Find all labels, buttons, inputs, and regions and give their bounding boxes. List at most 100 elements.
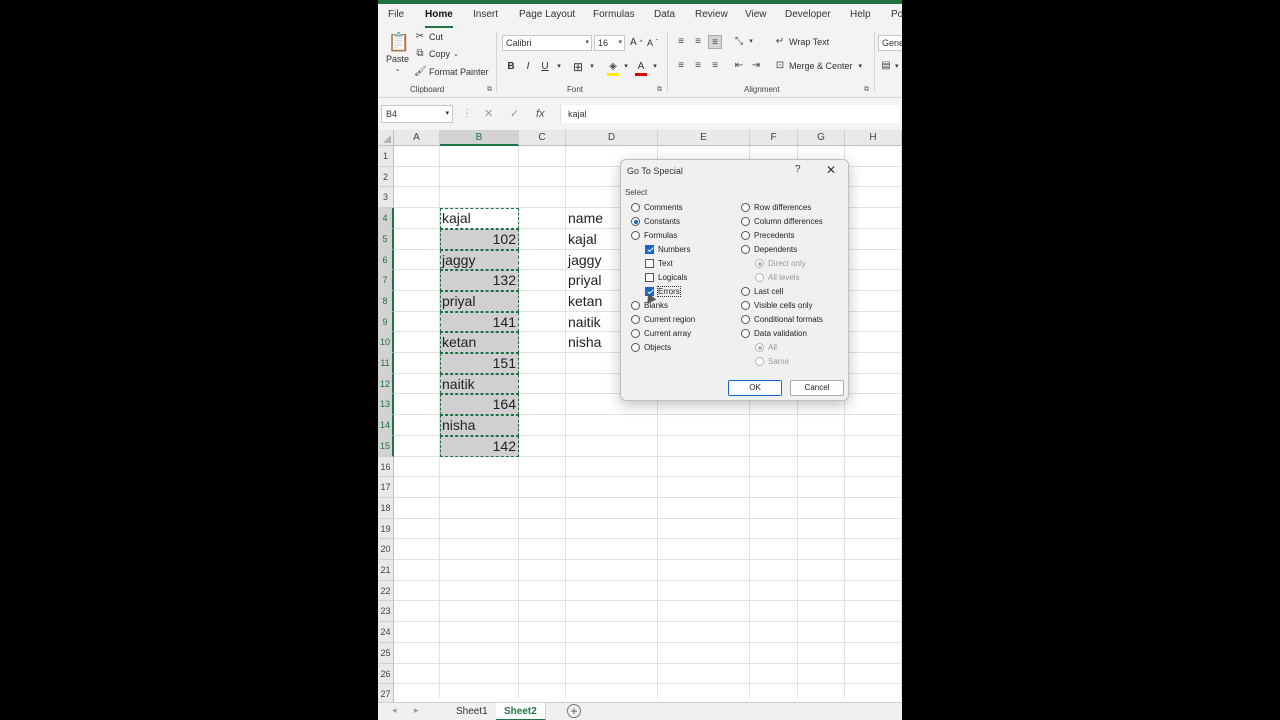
row-header[interactable]: 25 — [378, 643, 394, 664]
option-data-validation[interactable]: Data validation — [741, 329, 807, 338]
decrease-font-size-button[interactable]: Aˇ — [647, 38, 658, 48]
row-header[interactable]: 4 — [378, 208, 394, 229]
row-header[interactable]: 22 — [378, 581, 394, 601]
cell-d9[interactable]: naitik — [568, 314, 601, 330]
radio-button[interactable] — [631, 329, 640, 338]
cell-b13[interactable]: 164 — [442, 396, 516, 412]
radio-button[interactable] — [741, 231, 750, 240]
row-header[interactable]: 14 — [378, 415, 394, 436]
row-header[interactable]: 1 — [378, 146, 394, 167]
accounting-format-button[interactable]: ▤ ▾ — [880, 60, 898, 72]
radio-button[interactable] — [741, 315, 750, 324]
scroll-right-icon[interactable]: ▸ — [414, 705, 419, 716]
ok-button[interactable]: OK — [728, 380, 782, 396]
font-name-select[interactable]: Calibri ▾ — [502, 35, 592, 51]
checkbox[interactable] — [645, 273, 654, 282]
row-header[interactable]: 11 — [378, 353, 394, 374]
cell-d5[interactable]: kajal — [568, 231, 597, 247]
tab-page-layout[interactable]: Page Layout — [519, 4, 575, 28]
dialog-launcher-icon[interactable]: ⧉ — [864, 86, 869, 94]
tab-file[interactable]: File — [388, 4, 404, 28]
align-left-icon[interactable]: ≡ — [674, 59, 688, 73]
radio-button[interactable] — [631, 315, 640, 324]
cell-b9[interactable]: 141 — [442, 314, 516, 330]
font-size-select[interactable]: 16 ▾ — [594, 35, 625, 51]
row-header[interactable]: 23 — [378, 601, 394, 622]
tab-developer[interactable]: Developer — [785, 4, 831, 28]
align-middle-icon[interactable]: ≡ — [691, 35, 705, 49]
row-header[interactable]: 17 — [378, 477, 394, 498]
sheet-tab-sheet2[interactable]: Sheet2 — [496, 703, 546, 720]
cut-button[interactable]: ✂ Cut — [414, 31, 443, 43]
dialog-launcher-icon[interactable]: ⧉ — [657, 86, 662, 94]
row-header[interactable]: 19 — [378, 519, 394, 539]
cell-b5[interactable]: 102 — [442, 231, 516, 247]
add-sheet-icon[interactable]: + — [567, 704, 581, 718]
radio-button[interactable] — [741, 301, 750, 310]
cell-b14[interactable]: nisha — [442, 417, 516, 433]
column-header[interactable]: D — [566, 130, 658, 146]
enter-icon[interactable]: ✓ — [510, 105, 519, 123]
radio-button[interactable] — [741, 245, 750, 254]
select-all-button[interactable] — [378, 130, 394, 146]
cell-d8[interactable]: ketan — [568, 293, 602, 309]
cell-b10[interactable]: ketan — [442, 334, 516, 350]
tab-data[interactable]: Data — [654, 4, 675, 28]
formula-input[interactable]: kajal — [560, 105, 900, 123]
radio-button[interactable] — [741, 287, 750, 296]
radio-button[interactable] — [631, 231, 640, 240]
cell-d10[interactable]: nisha — [568, 334, 601, 350]
row-header[interactable]: 12 — [378, 374, 394, 394]
chevron-down-icon[interactable]: ▾ — [619, 60, 633, 74]
tab-review[interactable]: Review — [695, 4, 728, 28]
tab-help[interactable]: Help — [850, 4, 871, 28]
option-last-cell[interactable]: Last cell — [741, 287, 783, 296]
cell-b7[interactable]: 132 — [442, 272, 516, 288]
row-header[interactable]: 21 — [378, 560, 394, 581]
row-header[interactable]: 9 — [378, 312, 394, 332]
option-precedents[interactable]: Precedents — [741, 231, 794, 240]
checkbox[interactable] — [645, 259, 654, 268]
row-header[interactable]: 8 — [378, 291, 394, 312]
sheet-tab-sheet1[interactable]: Sheet1 — [448, 703, 497, 720]
column-header[interactable]: G — [798, 130, 845, 146]
font-color-button[interactable]: A — [634, 60, 648, 74]
bold-button[interactable]: B — [504, 60, 518, 74]
cell-d6[interactable]: jaggy — [568, 252, 601, 268]
radio-button[interactable] — [631, 343, 640, 352]
row-header[interactable]: 7 — [378, 270, 394, 291]
option-constants[interactable]: Constants — [631, 217, 680, 226]
underline-button[interactable]: U — [538, 60, 552, 74]
cell-b11[interactable]: 151 — [442, 355, 516, 371]
column-header[interactable]: B — [440, 130, 519, 146]
increase-font-size-button[interactable]: A ^ — [630, 37, 643, 48]
row-header[interactable]: 5 — [378, 229, 394, 250]
scroll-left-icon[interactable]: ◂ — [392, 705, 397, 716]
tab-po[interactable]: Po — [891, 4, 902, 28]
chevron-down-icon[interactable]: ▾ — [552, 60, 566, 74]
wrap-text-button[interactable]: ↵ Wrap Text — [774, 36, 829, 48]
align-right-icon[interactable]: ≡ — [708, 59, 722, 73]
option-numbers[interactable]: Numbers — [645, 245, 690, 254]
column-header[interactable]: F — [750, 130, 798, 146]
option-formulas[interactable]: Formulas — [631, 231, 677, 240]
row-header[interactable]: 13 — [378, 394, 394, 415]
option-dependents[interactable]: Dependents — [741, 245, 797, 254]
insert-function-icon[interactable]: fx — [536, 105, 545, 123]
chevron-down-icon[interactable]: ▾ — [585, 60, 599, 74]
increase-indent-icon[interactable]: ⇥ — [749, 59, 763, 73]
borders-icon[interactable]: ⊞ — [571, 60, 585, 74]
row-header[interactable]: 16 — [378, 457, 394, 477]
column-header[interactable]: C — [519, 130, 566, 146]
decrease-indent-icon[interactable]: ⇤ — [732, 59, 746, 73]
row-header[interactable]: 6 — [378, 250, 394, 270]
radio-button[interactable] — [631, 203, 640, 212]
tab-insert[interactable]: Insert — [473, 4, 498, 28]
row-header[interactable]: 24 — [378, 622, 394, 643]
option-current-array[interactable]: Current array — [631, 329, 691, 338]
radio-button[interactable] — [741, 203, 750, 212]
radio-button[interactable] — [631, 217, 640, 226]
option-row-differences[interactable]: Row differences — [741, 203, 811, 212]
cell-b8[interactable]: priyal — [442, 293, 516, 309]
chevron-down-icon[interactable]: ▾ — [744, 35, 758, 49]
